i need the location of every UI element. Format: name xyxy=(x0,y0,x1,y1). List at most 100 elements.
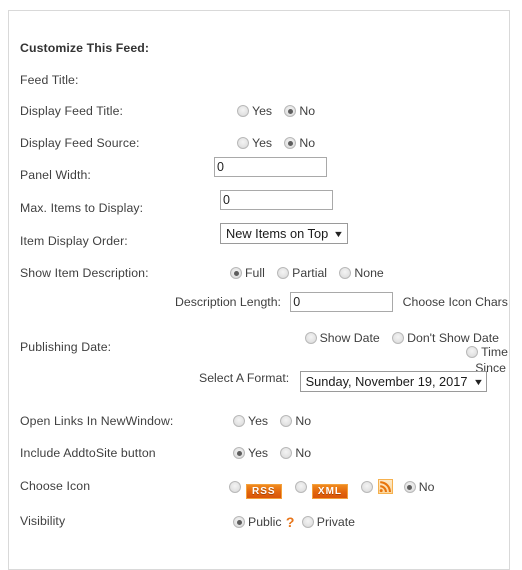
choose-icon-option-rss[interactable]: RSS xyxy=(229,480,292,499)
visibility-radiogroup: Public ? Private xyxy=(233,514,364,530)
radio-icon[interactable] xyxy=(403,481,416,493)
include-addtosite-option-yes[interactable]: Yes xyxy=(233,446,277,460)
open-links-option-no[interactable]: No xyxy=(280,414,320,428)
description-length-suffix: Choose Icon Chars xyxy=(402,295,508,309)
feed-title-label: Feed Title: xyxy=(20,73,79,87)
display-feed-source-radiogroup: Yes No xyxy=(237,136,324,150)
option-label: Yes xyxy=(248,414,269,428)
chevron-down-icon: ▼ xyxy=(472,377,484,387)
open-links-option-yes[interactable]: Yes xyxy=(233,414,277,428)
description-length-input[interactable] xyxy=(290,292,394,312)
option-label: Partial xyxy=(292,266,328,280)
radio-icon[interactable] xyxy=(233,447,245,459)
max-items-control xyxy=(220,190,333,210)
radio-icon[interactable] xyxy=(237,105,249,117)
help-icon[interactable]: ? xyxy=(286,514,295,530)
panel-width-input[interactable] xyxy=(214,157,327,177)
option-label: Public xyxy=(248,515,282,529)
display-feed-source-label: Display Feed Source: xyxy=(20,136,140,150)
choose-icon-label: Choose Icon xyxy=(20,479,91,493)
choose-icon-option-xml[interactable]: XML xyxy=(294,480,358,499)
radio-icon[interactable] xyxy=(392,332,405,344)
radio-icon[interactable] xyxy=(280,447,293,459)
item-display-order-control: New Items on Top ▼ xyxy=(220,223,349,244)
select-value: New Items on Top xyxy=(226,226,329,241)
panel-width-control xyxy=(214,157,327,177)
open-links-radiogroup: Yes No xyxy=(233,414,320,428)
option-label: Full xyxy=(245,266,265,280)
option-label: None xyxy=(354,266,384,280)
choose-icon-option-no[interactable]: No xyxy=(403,480,444,494)
radio-icon[interactable] xyxy=(294,481,307,493)
display-feed-title-label: Display Feed Title: xyxy=(20,104,124,118)
show-item-description-radiogroup: Full Partial None xyxy=(230,266,393,280)
show-item-description-label: Show Item Description: xyxy=(20,266,149,280)
option-label: Yes xyxy=(252,136,273,150)
option-label: Time xyxy=(481,345,508,359)
option-label: Show Date xyxy=(319,331,380,345)
include-addtosite-label: Include AddtoSite button xyxy=(20,446,156,460)
choose-icon-option-feed[interactable] xyxy=(361,479,400,494)
publishing-date-label: Publishing Date: xyxy=(20,340,112,354)
radio-icon[interactable] xyxy=(284,105,297,117)
option-label: Yes xyxy=(248,446,269,460)
visibility-label: Visibility xyxy=(20,514,66,528)
display-feed-source-option-yes[interactable]: Yes xyxy=(237,136,281,150)
visibility-option-public[interactable]: Public xyxy=(233,515,282,529)
publishing-date-option-show[interactable]: Show Date xyxy=(304,331,389,345)
radio-icon[interactable] xyxy=(233,516,245,528)
select-format-control: Select A Format: Sunday, November 19, 20… xyxy=(199,371,488,392)
radio-icon[interactable] xyxy=(233,415,245,427)
publishing-date-option-dont-show[interactable]: Don't Show Date xyxy=(392,331,508,345)
radio-icon[interactable] xyxy=(237,137,249,149)
item-display-order-label: Item Display Order: xyxy=(20,234,128,248)
option-label: No xyxy=(299,104,316,118)
display-feed-source-option-no[interactable]: No xyxy=(284,136,324,150)
open-links-label: Open Links In NewWindow: xyxy=(20,414,174,428)
option-label: No xyxy=(295,446,312,460)
rss-feed-icon[interactable] xyxy=(378,479,394,494)
description-length-control: Description Length: Choose Icon Chars xyxy=(175,292,508,312)
radio-icon[interactable] xyxy=(284,137,297,149)
select-format-label: Select A Format: xyxy=(199,371,290,385)
option-label: No xyxy=(295,414,312,428)
radio-icon[interactable] xyxy=(301,516,314,528)
radio-icon[interactable] xyxy=(304,332,317,344)
description-length-label: Description Length: xyxy=(175,295,281,309)
option-label: No xyxy=(418,480,435,494)
page-title: Customize This Feed: xyxy=(20,41,150,55)
select-value: Sunday, November 19, 2017 xyxy=(305,374,468,389)
choose-icon-radiogroup: RSS XML No xyxy=(229,479,443,499)
radio-icon[interactable] xyxy=(466,346,479,358)
panel-width-label: Panel Width: xyxy=(20,168,91,182)
radio-icon[interactable] xyxy=(277,267,290,279)
radio-icon[interactable] xyxy=(229,481,241,493)
xml-badge-icon[interactable]: XML xyxy=(311,484,349,499)
show-item-description-option-partial[interactable]: Partial xyxy=(277,266,336,280)
option-label: No xyxy=(299,136,316,150)
publishing-date-option-time-since[interactable]: Time xyxy=(466,345,508,359)
display-feed-title-option-no[interactable]: No xyxy=(284,104,324,118)
option-label: Don't Show Date xyxy=(407,331,499,345)
radio-icon[interactable] xyxy=(280,415,293,427)
option-label: Yes xyxy=(252,104,273,118)
select-format-select[interactable]: Sunday, November 19, 2017 ▼ xyxy=(299,371,488,392)
display-feed-title-radiogroup: Yes No xyxy=(237,104,324,118)
customize-feed-panel: Customize This Feed: Feed Title: Display… xyxy=(8,10,510,570)
max-items-label: Max. Items to Display: xyxy=(20,201,144,215)
visibility-option-private[interactable]: Private xyxy=(301,515,364,529)
radio-icon[interactable] xyxy=(361,481,374,493)
radio-icon[interactable] xyxy=(339,267,352,279)
max-items-input[interactable] xyxy=(220,190,333,210)
chevron-down-icon: ▼ xyxy=(333,229,345,239)
display-feed-title-option-yes[interactable]: Yes xyxy=(237,104,281,118)
rss-badge-icon[interactable]: RSS xyxy=(246,484,282,499)
include-addtosite-radiogroup: Yes No xyxy=(233,446,320,460)
option-label: Private xyxy=(316,515,356,529)
show-item-description-option-none[interactable]: None xyxy=(339,266,392,280)
item-display-order-select[interactable]: New Items on Top ▼ xyxy=(220,223,349,244)
radio-icon[interactable] xyxy=(230,267,242,279)
show-item-description-option-full[interactable]: Full xyxy=(230,266,274,280)
include-addtosite-option-no[interactable]: No xyxy=(280,446,320,460)
publishing-date-radiogroup: Show Date Don't Show Date Time Since xyxy=(260,331,508,375)
